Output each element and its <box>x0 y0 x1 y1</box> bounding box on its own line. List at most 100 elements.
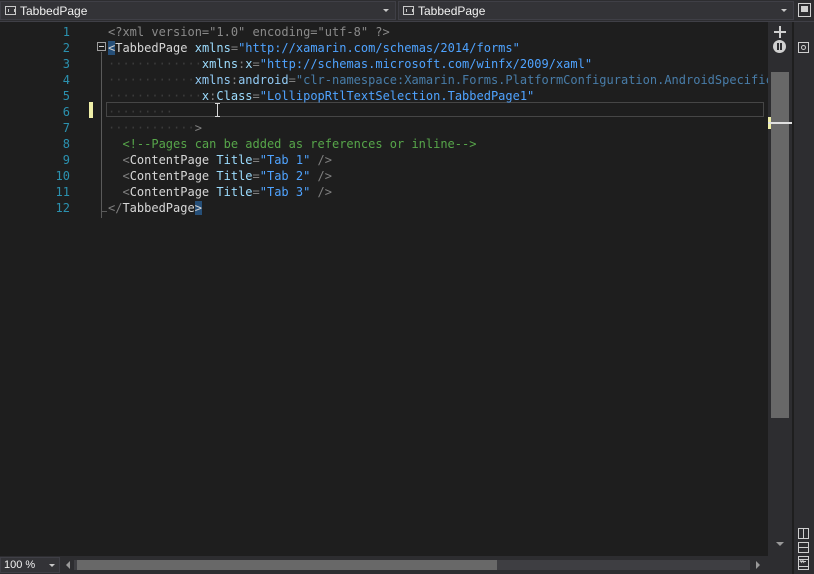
code-token: Class <box>216 89 253 103</box>
horizontal-scroll-thumb[interactable] <box>77 560 497 570</box>
code-token: ············· <box>108 89 202 103</box>
scroll-down-icon[interactable] <box>776 542 784 546</box>
member-dropdown-label: TabbedPage <box>418 3 486 18</box>
code-token: = <box>252 169 260 183</box>
line-number: 1 <box>62 25 70 39</box>
code-token: = <box>252 89 260 103</box>
code-token: ContentPage <box>129 169 217 183</box>
xaml-element-icon <box>5 6 16 15</box>
code-line[interactable]: ·············x:Class="LollipopRtlTextSel… <box>108 88 534 104</box>
code-line[interactable]: <ContentPage Title="Tab 2" /> <box>108 168 332 184</box>
line-number-gutter: 1 2 3 4 5 6 7 8 9 10 11 12 <box>0 22 100 556</box>
change-marker <box>89 102 93 118</box>
split-vertical-icon[interactable] <box>798 528 809 539</box>
editor-bottom-bar: 100 % <box>0 556 792 574</box>
split-horizontal-icon[interactable] <box>798 542 809 553</box>
chevron-down-icon <box>383 9 389 12</box>
code-token: < <box>122 185 130 199</box>
code-line[interactable]: ········· <box>108 104 173 120</box>
code-token: /> <box>310 153 333 167</box>
window-options-icon[interactable] <box>798 3 811 17</box>
code-token: Title <box>216 169 253 183</box>
current-line-highlight <box>106 102 764 117</box>
pause-icon[interactable] <box>773 40 786 53</box>
code-token: < <box>122 153 130 167</box>
code-line[interactable]: ············xmlns:android="clr-namespace… <box>108 72 787 88</box>
code-token: ············· <box>108 57 202 71</box>
code-token: TabbedPage <box>115 41 195 55</box>
code-token: TabbedPage <box>122 201 195 215</box>
code-line[interactable]: <ContentPage Title="Tab 1" /> <box>108 152 332 168</box>
settings-icon[interactable] <box>798 42 809 53</box>
code-token: "clr-namespace:Xamarin.Forms.PlatformCon… <box>295 73 788 87</box>
code-token: ············ <box>108 121 195 135</box>
scroll-caret-marker <box>768 122 792 124</box>
code-token: > <box>194 201 202 215</box>
code-token: ContentPage <box>129 153 217 167</box>
code-token: xmlns <box>194 41 231 55</box>
code-token: Title <box>216 153 253 167</box>
collapse-toggle-icon[interactable] <box>97 42 106 51</box>
type-dropdown-label: TabbedPage <box>20 3 88 18</box>
code-line[interactable]: <?xml version="1.0" encoding="utf-8" ?> <box>108 24 390 40</box>
code-line[interactable]: ·············xmlns:x="http://schemas.mic… <box>108 56 592 72</box>
scroll-right-icon[interactable] <box>756 561 760 569</box>
code-token: xmlns <box>201 57 239 71</box>
code-line[interactable]: <ContentPage Title="Tab 3" /> <box>108 184 332 200</box>
code-token: xmlns <box>194 73 231 87</box>
code-token: : <box>230 73 239 87</box>
code-token: "Tab 3" <box>259 185 311 199</box>
code-token: "LollipopRtlTextSelection.TabbedPage1" <box>259 89 535 103</box>
code-line[interactable]: <TabbedPage xmlns="http://xamarin.com/sc… <box>108 40 520 56</box>
line-number: 7 <box>62 121 70 135</box>
code-token: = <box>252 153 260 167</box>
code-editor[interactable]: 1 2 3 4 5 6 7 8 9 10 11 12 <?xml version="1.0" enco… <box>0 22 787 556</box>
code-line[interactable]: <!--Pages can be added as references or … <box>108 136 476 152</box>
code-token: = <box>230 41 239 55</box>
code-token: = <box>252 185 260 199</box>
line-number: 3 <box>62 57 70 71</box>
code-line[interactable]: </TabbedPage> <box>108 200 202 216</box>
code-line[interactable]: ············> <box>108 120 202 136</box>
code-token: x <box>245 57 253 71</box>
code-token: android <box>238 73 289 87</box>
line-number: 10 <box>55 169 70 183</box>
code-token: <?xml version="1.0" encoding="utf-8" ?> <box>108 25 390 39</box>
code-token: /> <box>310 185 333 199</box>
zoom-level: 100 % <box>4 559 36 571</box>
line-number: 11 <box>55 185 70 199</box>
vertical-scrollbar[interactable] <box>768 22 792 556</box>
member-dropdown[interactable]: TabbedPage <box>398 1 794 20</box>
code-token: "http://xamarin.com/schemas/2014/forms" <box>238 41 520 55</box>
scroll-left-icon[interactable] <box>66 561 70 569</box>
code-token: = <box>252 57 260 71</box>
code-token: > <box>194 121 202 135</box>
code-token: </ <box>108 201 123 215</box>
code-token: ········· <box>108 105 174 119</box>
code-token: ············ <box>108 73 195 87</box>
split-editor-icon[interactable] <box>774 26 786 38</box>
text-cursor-icon <box>215 103 220 117</box>
chevron-down-icon <box>49 563 55 567</box>
zoom-dropdown[interactable]: 100 % <box>0 557 60 573</box>
line-number: 6 <box>62 105 70 119</box>
code-token: < <box>122 169 130 183</box>
outline-fold-line <box>101 52 102 218</box>
chevron-down-icon <box>781 9 787 12</box>
line-number: 2 <box>62 41 70 55</box>
code-token: "Tab 1" <box>259 153 311 167</box>
type-dropdown[interactable]: TabbedPage <box>0 1 396 20</box>
xaml-element-icon <box>403 6 414 15</box>
line-number: 8 <box>62 137 70 151</box>
line-number: 4 <box>62 73 70 87</box>
code-token: "Tab 2" <box>259 169 311 183</box>
right-tool-strip <box>794 22 814 574</box>
collapse-icon[interactable] <box>798 556 809 570</box>
code-token: <!--Pages can be added as references or … <box>122 137 477 151</box>
code-token: Title <box>216 185 253 199</box>
code-token: "http://schemas.microsoft.com/winfx/2009… <box>259 57 593 71</box>
